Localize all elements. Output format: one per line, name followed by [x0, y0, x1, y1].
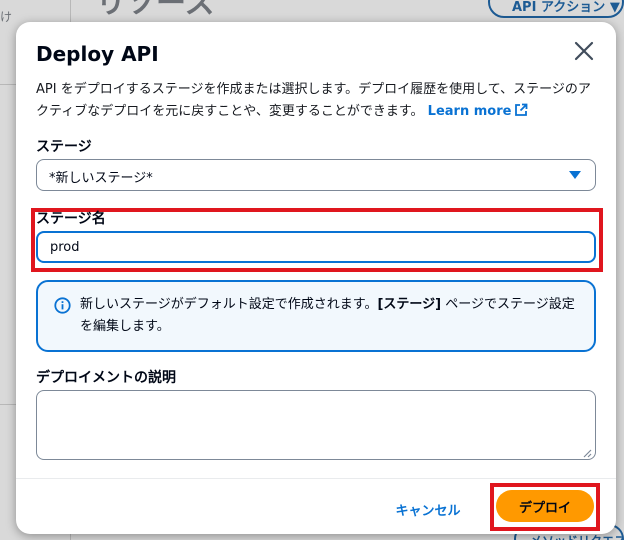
deployment-description-label: デプロイメントの説明	[36, 370, 176, 386]
stage-select-value: *新しいステージ*	[49, 171, 153, 186]
stage-name-input[interactable]	[36, 231, 596, 263]
stage-select[interactable]: *新しいステージ*	[36, 159, 596, 191]
background-rule	[0, 404, 16, 405]
deploy-api-dialog: Deploy API API をデプロイするステージを作成または選択します。デプ…	[16, 22, 616, 534]
close-icon	[574, 41, 594, 61]
info-text-1: 新しいステージがデフォルト設定で作成されます。	[80, 297, 378, 312]
caret-down-icon	[569, 171, 581, 179]
deploy-button[interactable]: デプロイ	[496, 490, 594, 522]
deployment-description-textarea[interactable]	[36, 390, 596, 460]
footer-divider	[16, 478, 616, 479]
background-left-text: け	[0, 10, 13, 24]
api-action-button[interactable]: API アクション ▼	[488, 0, 624, 18]
background-heading: リソース	[96, 0, 215, 21]
background-rule	[0, 84, 16, 85]
info-icon	[54, 297, 71, 314]
stage-label: ステージ	[36, 139, 92, 155]
dialog-title: Deploy API	[36, 42, 159, 66]
info-alert: 新しいステージがデフォルト設定で作成されます。[ステージ] ページでステージ設定…	[36, 280, 596, 352]
external-link-icon	[515, 103, 528, 116]
cancel-button[interactable]: キャンセル	[380, 493, 476, 521]
stage-link-text: [ステージ]	[377, 297, 442, 312]
learn-more-link[interactable]: Learn more	[427, 103, 529, 119]
learn-more-label: Learn more	[427, 104, 512, 119]
close-button[interactable]	[571, 38, 597, 64]
dialog-description: API をデプロイするステージを作成または選択します。デプロイ履歴を使用して、ス…	[36, 79, 596, 123]
stage-name-label: ステージ名	[36, 211, 106, 227]
resize-grip-icon[interactable]	[582, 448, 592, 458]
